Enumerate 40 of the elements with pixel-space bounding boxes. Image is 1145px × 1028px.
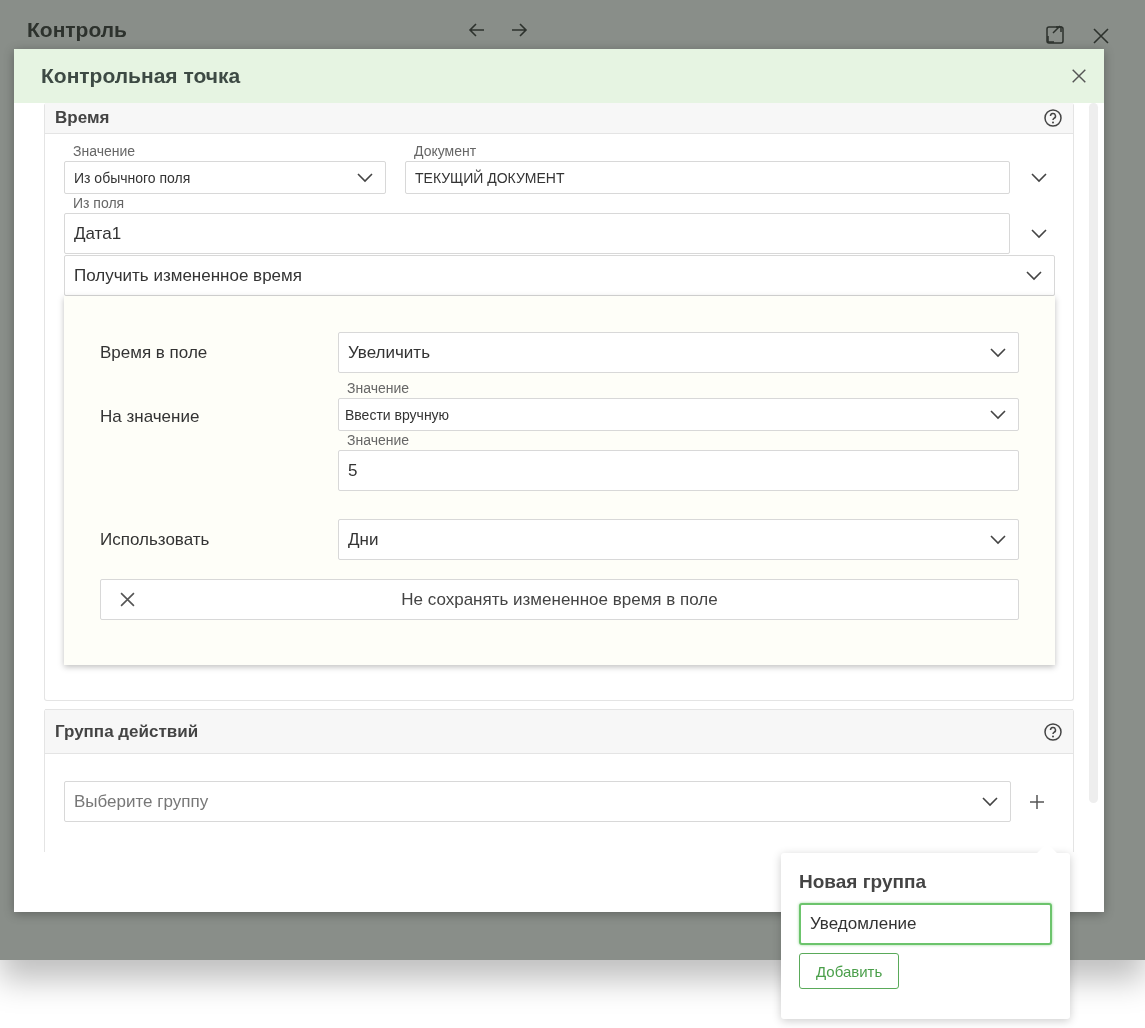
field-label: Документ [413,142,478,161]
help-icon[interactable] [1043,108,1063,128]
help-icon[interactable] [1043,721,1063,742]
chevron-icon [1026,270,1042,281]
chevron-icon [990,534,1006,545]
expand-icon[interactable] [1045,25,1065,45]
chevron-icon[interactable] [1031,228,1047,239]
value-select[interactable]: Из обычного поля [64,161,386,194]
field-label: Использовать [100,529,211,550]
window-title: Контроль [27,18,127,42]
close-icon [120,592,135,607]
field-label: На значение [100,407,201,427]
field-label: Значение [346,379,411,398]
mode-select[interactable]: Получить измененное время [64,255,1055,296]
field-label: Значение [346,431,411,450]
group-select[interactable]: Выберите группу [64,781,1011,822]
close-icon[interactable] [1070,67,1088,85]
chevron-icon [990,347,1006,358]
section-title: Время [55,108,110,128]
field-label: Значение [72,142,137,161]
popover-title: Новая группа [799,871,927,893]
operation-select[interactable]: Увеличить [338,332,1019,373]
document-field[interactable]: ТЕКУЩИЙ ДОКУМЕНТ [405,161,1010,194]
no-save-button[interactable]: Не сохранять измененное время в поле [100,579,1019,620]
close-icon[interactable] [1091,26,1111,46]
chevron-icon[interactable] [1031,172,1047,183]
scrollbar[interactable] [1089,103,1098,803]
field-label: Из поля [72,194,126,213]
unit-select[interactable]: Дни [338,519,1019,560]
section-title: Группа действий [55,721,199,742]
field-select[interactable]: Дата1 [64,213,1010,254]
chevron-icon [982,796,998,807]
field-label: Время в поле [100,342,209,363]
source-select[interactable]: Ввести вручную [338,398,1019,431]
input-field[interactable]: Уведомление [799,903,1052,945]
chevron-icon [357,172,373,183]
chevron-icon [990,409,1006,420]
dialog-title: Контрольная точка [41,64,241,88]
add-icon[interactable] [1029,793,1045,810]
value-field[interactable]: 5 [338,450,1019,491]
